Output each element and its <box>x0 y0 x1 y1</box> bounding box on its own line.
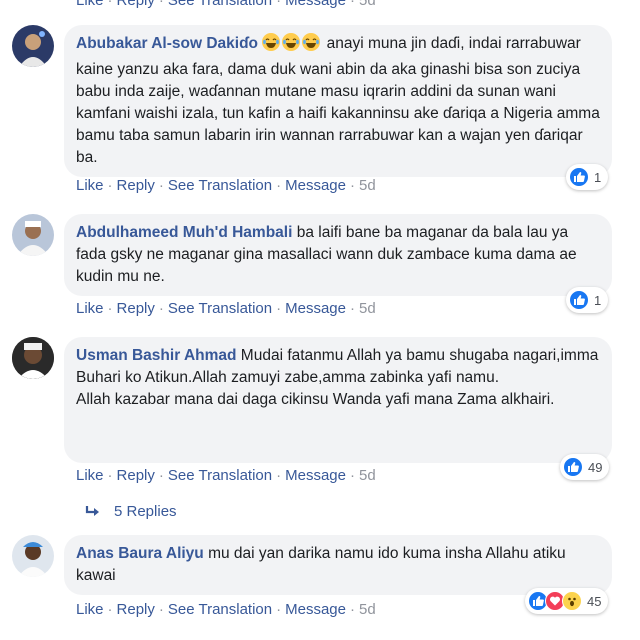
like-reaction-icon <box>569 290 589 310</box>
like-link[interactable]: Like <box>76 300 104 317</box>
comment-bubble: Usman Bashir Ahmad Mudai fatanmu Allah y… <box>64 337 612 463</box>
reply-arrow-icon <box>85 505 99 516</box>
like-reaction-icon <box>569 167 589 187</box>
comment-author[interactable]: Abdulhameed Muh'd Hambali <box>76 224 292 241</box>
reaction-count: 1 <box>594 169 602 185</box>
reply-link[interactable]: Reply <box>117 601 155 618</box>
reaction-count: 45 <box>587 593 602 609</box>
avatar[interactable] <box>12 214 54 256</box>
message-link[interactable]: Message <box>285 300 346 317</box>
avatar-image <box>17 221 49 256</box>
see-translation-link[interactable]: See Translation <box>168 0 272 9</box>
reaction-count: 49 <box>588 459 603 475</box>
see-translation-link[interactable]: See Translation <box>168 177 272 194</box>
timestamp[interactable]: 5d <box>359 601 376 618</box>
comment-bubble: Abdulhameed Muh'd Hambali ba laifi bane … <box>64 214 612 296</box>
comment-actions: Like · Reply · See Translation · Message · 5d <box>76 300 376 317</box>
like-link[interactable]: Like <box>76 467 104 484</box>
avatar-image <box>12 337 54 379</box>
avatar[interactable] <box>12 25 54 67</box>
see-translation-link[interactable]: See Translation <box>168 467 272 484</box>
avatar-image <box>19 31 47 67</box>
reaction-summary[interactable]: 45 <box>525 588 609 614</box>
like-link[interactable]: Like <box>76 601 104 618</box>
timestamp[interactable]: 5d <box>359 177 376 194</box>
message-link[interactable]: Message <box>285 601 346 618</box>
avatar[interactable] <box>12 535 54 577</box>
reaction-summary[interactable]: 1 <box>566 164 609 190</box>
comment-bubble: Anas Baura Aliyu mu dai yan darika namu … <box>64 535 612 595</box>
reaction-summary[interactable]: 1 <box>566 287 609 313</box>
comment-actions: Like · Reply · See Translation · Message · 5d <box>76 467 376 484</box>
comment-actions: Like · Reply · See Translation · Message · 5d <box>76 601 376 618</box>
like-link[interactable]: Like <box>76 0 104 9</box>
comment-author[interactable]: Abubakar Al-sow Dakiɗo <box>76 35 258 52</box>
reply-link[interactable]: Reply <box>117 300 155 317</box>
comment-author[interactable]: Usman Bashir Ahmad <box>76 347 237 364</box>
comment-text-line2: Allah kazabar mana dai daga cikinsu Wand… <box>76 391 555 408</box>
like-link[interactable]: Like <box>76 177 104 194</box>
laughing-emoji-icon <box>262 33 281 51</box>
see-translation-link[interactable]: See Translation <box>168 300 272 317</box>
timestamp[interactable]: 5d <box>359 300 376 317</box>
reply-link[interactable]: Reply <box>117 177 155 194</box>
timestamp: 5d <box>359 0 376 9</box>
see-translation-link[interactable]: See Translation <box>168 601 272 618</box>
comment-bubble: Abubakar Al-sow Dakiɗo 😂😂😂 anayi muna ji… <box>64 25 612 177</box>
view-replies-link[interactable]: 5 Replies <box>84 503 177 520</box>
laughing-emoji-icon <box>302 33 321 51</box>
avatar[interactable] <box>12 337 54 379</box>
avatar-image <box>18 542 48 577</box>
reaction-summary[interactable]: 49 <box>560 454 610 480</box>
laughing-emoji-icon <box>282 33 301 51</box>
reply-link[interactable]: Reply <box>117 467 155 484</box>
comment-actions: Like · Reply · See Translation · Message · 5d <box>76 177 376 194</box>
message-link[interactable]: Message <box>285 467 346 484</box>
like-reaction-icon <box>563 457 583 477</box>
timestamp[interactable]: 5d <box>359 467 376 484</box>
comment-author[interactable]: Anas Baura Aliyu <box>76 545 204 562</box>
replies-count: 5 Replies <box>114 503 177 520</box>
message-link[interactable]: Message <box>285 177 346 194</box>
comment-text: anayi muna jin daɗi, indai rarrabuwar ka… <box>76 35 600 166</box>
wow-reaction-icon <box>562 591 582 611</box>
message-link[interactable]: Message <box>285 0 346 9</box>
previous-comment-actions: Like · Reply · See Translation · Message · 5d <box>76 0 376 9</box>
reaction-count: 1 <box>594 292 602 308</box>
reply-link[interactable]: Reply <box>117 0 155 9</box>
